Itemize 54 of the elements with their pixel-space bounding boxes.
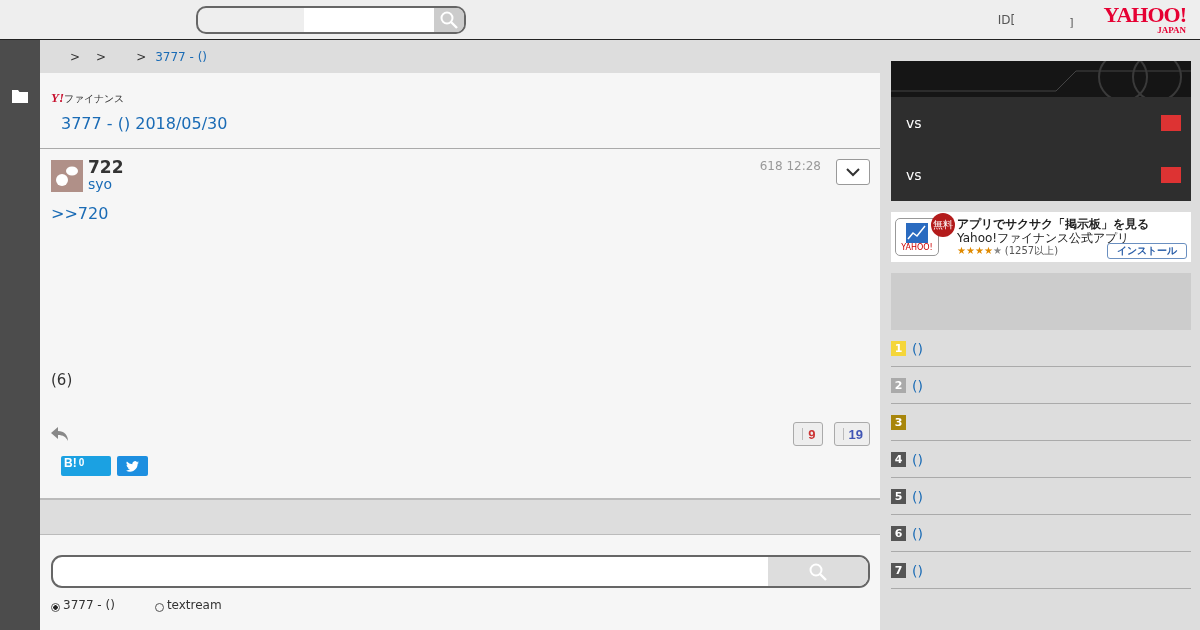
ranking-link[interactable]: () [912,340,923,357]
chevron-icon [846,167,860,177]
rank-badge: 1 [891,341,906,356]
rank-badge: 7 [891,563,906,578]
breadcrumb-link[interactable]: 3777 - () [155,49,208,64]
breadcrumb-separator: > [96,49,107,64]
search-icon [809,562,827,581]
matchup-label: vs [906,167,922,183]
vote-button[interactable]: 9 [793,422,823,446]
review-count: (1257以上) [1004,245,1059,258]
rank-badge: 4 [891,452,906,467]
yahoo-logo[interactable]: YAHOO! JAPAN [1103,4,1186,35]
search-field[interactable] [196,5,466,34]
star-rating: ★★★★★ [957,245,1002,258]
account-id-label: ID[ [997,12,1016,27]
team-marker [1161,115,1181,131]
bird-icon [126,460,139,472]
ad-headline: アプリでサクサク「掲示板」を見る [957,216,1149,231]
rank-badge: 3 [891,415,906,430]
twitter-button[interactable] [117,456,148,476]
post-time: 618 12:28 [759,159,821,173]
rank-badge: 6 [891,526,906,541]
app-icon-label: YAHOO! [901,243,933,252]
ranking-link[interactable]: () [912,562,923,579]
breadcrumb-separator: > [136,49,147,64]
rank-badge: 5 [891,489,906,504]
author-link[interactable]: syo [88,176,124,192]
ranking-link[interactable]: () [912,451,923,468]
post-menu-button[interactable] [836,159,870,185]
board-title[interactable]: 3777 - () 2018/05/30 [61,114,880,133]
post-body: (6) [51,371,74,389]
post-number: 722 [88,159,124,177]
search-field[interactable] [51,555,870,588]
free-badge: 無料 [931,213,955,237]
reply-link[interactable]: >>720 [51,204,870,223]
search-scope-radio[interactable]: 3777 - () [51,598,115,612]
ranking-link[interactable]: () [912,525,923,542]
install-button[interactable]: インストール [1107,243,1187,259]
search-icon [440,10,458,29]
breadcrumb-separator: > [70,49,81,64]
account-id-label: ] [1069,16,1074,29]
folder-icon[interactable] [12,89,28,103]
search-scope-radio[interactable]: textream [154,598,222,612]
avatar-icon [51,160,83,192]
hatena-bookmark-button[interactable]: B! 0 [61,456,111,476]
rank-badge: 2 [891,378,906,393]
ranking-link[interactable]: () [912,488,923,505]
reply-icon[interactable] [51,426,69,442]
matchup-label: vs [906,115,922,131]
ranking-link[interactable]: () [912,377,923,394]
chart-icon [906,222,928,243]
team-marker [1161,167,1181,183]
vote-button[interactable]: 19 [833,422,870,446]
finance-logo[interactable]: Y!ファイナンス [51,90,124,106]
